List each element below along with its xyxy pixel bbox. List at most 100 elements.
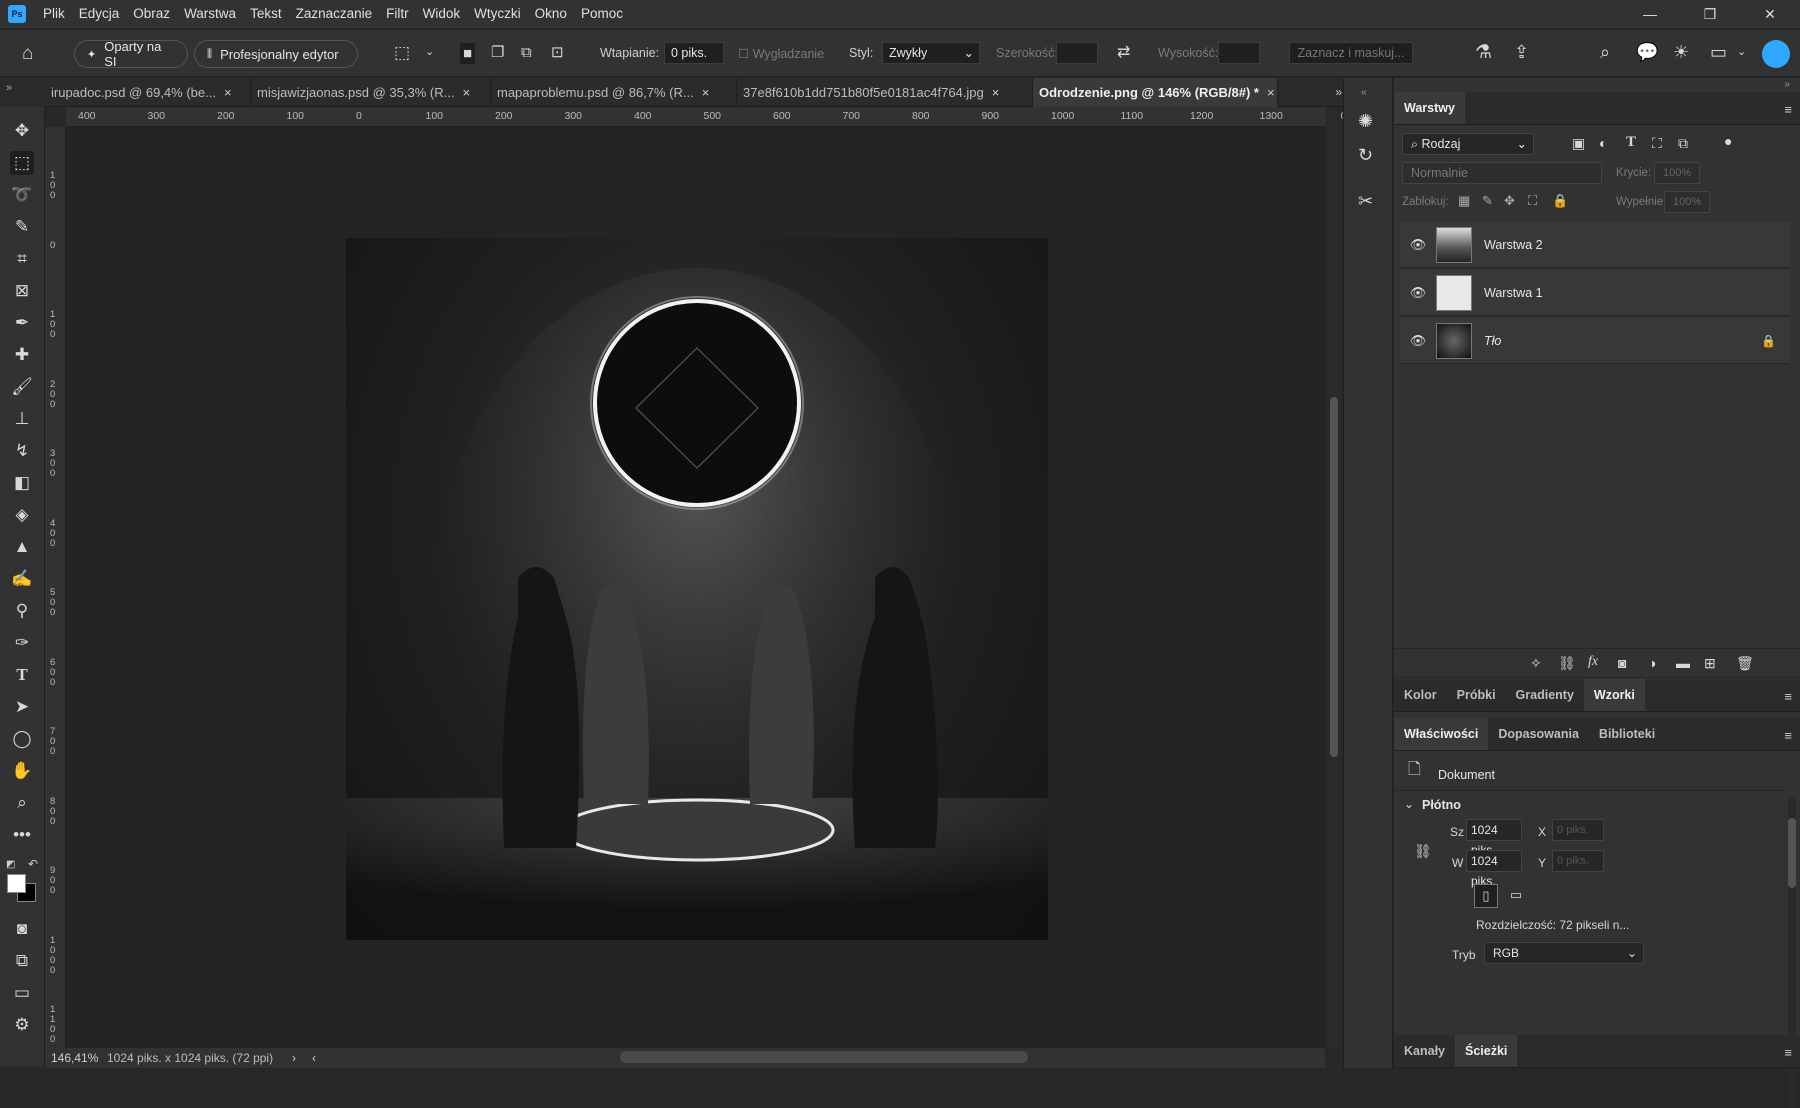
document-image[interactable] [346, 238, 1048, 940]
toolbar-collapse-icon[interactable]: » [0, 78, 45, 107]
close-icon[interactable]: × [702, 78, 710, 107]
layer-name[interactable]: Warstwa 2 [1484, 238, 1543, 252]
filter-shape-icon[interactable]: ⛶ [1652, 136, 1662, 150]
tab-channels[interactable]: Kanały [1394, 1035, 1455, 1067]
canvas-width-input[interactable]: 1024 piks. [1466, 819, 1522, 857]
filter-smart-icon[interactable]: ⧉ [1678, 136, 1688, 150]
menu-edit[interactable]: Edycja [72, 0, 127, 28]
dodge-tool-icon[interactable]: ✍ [10, 567, 34, 591]
ai-based-button[interactable]: ✦ Oparty na SI [74, 39, 188, 69]
stamp-tool-icon[interactable]: ⊥ [10, 407, 34, 431]
blend-mode-select[interactable]: Normalnie [1402, 162, 1602, 184]
filter-pixel-icon[interactable]: ▣ [1572, 136, 1585, 150]
close-icon[interactable]: × [462, 78, 470, 107]
pen-tool-icon[interactable]: ✑ [10, 631, 34, 655]
intersect-selection-icon[interactable]: ⊡ [551, 45, 564, 60]
panel-menu-icon[interactable]: ≡ [1784, 102, 1792, 117]
paint-bucket-icon[interactable]: ◈ [10, 503, 34, 527]
y-input[interactable]: 0 piks. [1552, 850, 1604, 872]
generative-icon[interactable]: ⚙ [10, 1013, 34, 1037]
feather-input[interactable]: 0 piks. [664, 42, 724, 64]
add-selection-icon[interactable]: ❐ [491, 45, 504, 60]
tab-layers[interactable]: Warstwy [1394, 92, 1465, 124]
new-selection-icon[interactable]: ■ [460, 43, 476, 64]
adjustment-layer-icon[interactable]: ◑ [1648, 656, 1656, 670]
minimize-button[interactable]: — [1620, 0, 1680, 28]
tab-paths[interactable]: Ścieżki [1455, 1035, 1518, 1067]
layer-name[interactable]: Tło [1484, 334, 1501, 348]
tab-patterns[interactable]: Wzorki [1583, 679, 1645, 711]
layer-name[interactable]: Warstwa 1 [1484, 286, 1543, 300]
antialias-checkbox[interactable]: ☐ Wygładzanie [738, 46, 824, 61]
add-mask-icon[interactable]: ◙ [1618, 656, 1626, 670]
chevron-down-icon[interactable]: ⌄ [1737, 47, 1746, 58]
tab-properties[interactable]: Właściwości [1394, 718, 1489, 750]
search-icon[interactable]: ⌕ [1600, 43, 1610, 61]
chevron-down-icon[interactable]: ⌄ [1404, 798, 1414, 810]
lock-position-icon[interactable]: ✥ [1504, 194, 1515, 207]
pro-editor-button[interactable]: ⫼ Profesjonalny edytor [194, 40, 358, 68]
swap-icon[interactable]: ⇄ [1117, 45, 1130, 61]
lasso-tool-icon[interactable]: ➰ [10, 183, 34, 207]
menu-window[interactable]: Okno [528, 0, 574, 28]
brush-tool-icon[interactable]: 🖌 [10, 375, 34, 399]
close-icon[interactable]: × [992, 78, 1000, 107]
portrait-orientation-icon[interactable]: ▯ [1474, 884, 1498, 908]
tab-libraries[interactable]: Biblioteki [1589, 718, 1665, 750]
chevron-left-icon[interactable]: ‹ [312, 1051, 332, 1065]
flask-icon[interactable]: ⚗ [1475, 43, 1492, 62]
avatar[interactable] [1762, 40, 1790, 68]
generate-layer-icon[interactable]: ✧ [1530, 656, 1542, 670]
panel-menu-icon[interactable]: ≡ [1784, 728, 1792, 743]
history-brush-icon[interactable]: ↯ [10, 439, 34, 463]
menu-select[interactable]: Zaznaczanie [289, 0, 380, 28]
menu-filter[interactable]: Filtr [379, 0, 416, 28]
artboard-icon[interactable]: ▭ [10, 981, 34, 1005]
link-layers-icon[interactable]: ⛓ [1558, 656, 1576, 670]
select-and-mask-button[interactable]: Zaznacz i maskuj... [1289, 42, 1413, 64]
horizontal-scroll-thumb[interactable] [620, 1051, 1028, 1063]
chevron-down-icon[interactable]: ⌄ [425, 47, 434, 58]
layer-row-warstwa-1[interactable]: 👁 Warstwa 1 [1400, 270, 1790, 316]
ellipse-tool-icon[interactable]: ◯ [10, 727, 34, 751]
lock-transparency-icon[interactable]: ▦ [1458, 194, 1470, 207]
style-select[interactable]: Zwykły ⌄ [882, 42, 980, 64]
color-mode-select[interactable]: RGB ⌄ [1484, 942, 1644, 964]
menu-view[interactable]: Widok [416, 0, 468, 28]
lightbulb-icon[interactable]: ☀ [1673, 43, 1689, 61]
tab-irupadoc[interactable]: irupadoc.psd @ 69,4% (be... × [45, 78, 251, 107]
generate-icon[interactable]: ✺ [1358, 112, 1373, 130]
screen-mode-icon[interactable]: ⧉ [10, 949, 34, 973]
path-select-icon[interactable]: ➤ [10, 695, 34, 719]
tab-color[interactable]: Kolor [1394, 679, 1447, 711]
height-input[interactable] [1218, 42, 1260, 64]
chevron-right-icon[interactable]: › [292, 1051, 312, 1065]
new-layer-icon[interactable]: ⊞ [1704, 656, 1716, 670]
layer-row-background[interactable]: 👁 Tło 🔒 [1400, 318, 1790, 364]
vertical-scrollbar[interactable] [1327, 107, 1341, 1049]
scroll-thumb[interactable] [1788, 818, 1796, 888]
collapse-panels-icon[interactable]: » [1784, 80, 1790, 90]
foreground-color-swatch[interactable] [7, 874, 26, 893]
layer-row-warstwa-2[interactable]: 👁 Warstwa 2 [1400, 222, 1790, 268]
menu-help[interactable]: Pomoc [574, 0, 630, 28]
menu-type[interactable]: Tekst [243, 0, 289, 28]
layer-filter-select[interactable]: ⌕ Rodzaj ⌄ [1402, 133, 1534, 155]
rect-marquee-tool-icon[interactable]: ⬚ [10, 151, 34, 175]
eyedropper-tool-icon[interactable]: ✒ [10, 311, 34, 335]
tab-adjustments[interactable]: Dopasowania [1488, 718, 1589, 750]
collapse-icon[interactable]: « [1361, 88, 1367, 98]
close-window-button[interactable]: ✕ [1740, 0, 1800, 28]
link-dimensions-icon[interactable]: ⛓ [1414, 844, 1432, 858]
menu-image[interactable]: Obraz [126, 0, 177, 28]
group-folder-icon[interactable]: ▬ [1676, 656, 1690, 670]
tab-swatches[interactable]: Próbki [1447, 679, 1506, 711]
filter-adjustment-icon[interactable]: ◐ [1599, 136, 1607, 150]
hand-tool-icon[interactable]: ✋ [10, 759, 34, 783]
move-tool-icon[interactable]: ✥ [10, 119, 34, 143]
landscape-orientation-icon[interactable]: ▭ [1504, 884, 1528, 908]
tab-misjawizjaonas[interactable]: misjawizjaonas.psd @ 35,3% (R... × [251, 78, 491, 107]
healing-tool-icon[interactable]: ✚ [10, 343, 34, 367]
menu-file[interactable]: Plik [36, 0, 72, 28]
panel-menu-icon[interactable]: ≡ [1784, 1045, 1792, 1060]
